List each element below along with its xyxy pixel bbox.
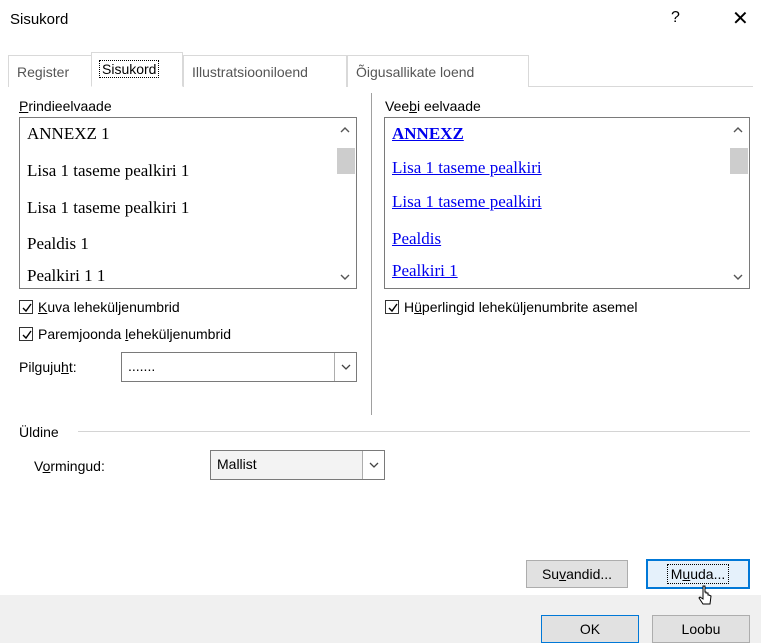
scroll-down-icon[interactable]	[727, 272, 749, 284]
checkbox-checked-icon	[19, 327, 33, 341]
title-bar: Sisukord ? ✕	[0, 0, 761, 40]
general-separator	[78, 431, 750, 432]
web-preview-link[interactable]: Pealkiri 1	[392, 261, 458, 281]
tab-oigusallikate-loend[interactable]: Õigusallikate loend	[347, 55, 529, 87]
web-preview-link[interactable]: Lisa 1 taseme pealkiri	[392, 192, 542, 212]
print-preview-item: Lisa 1 taseme pealkiri 1	[27, 198, 190, 217]
print-preview-item: Pealdis 1	[27, 234, 89, 253]
print-preview-item: Lisa 1 taseme pealkiri 1	[27, 161, 190, 180]
chevron-down-icon[interactable]	[362, 451, 384, 479]
checkbox-checked-icon	[385, 300, 399, 314]
web-preview-link[interactable]: Pealdis	[392, 229, 441, 249]
web-preview-label: Veebi eelvaade	[385, 98, 481, 114]
general-section-title: Üldine	[19, 424, 59, 440]
web-preview-list[interactable]: ANNEXZ Lisa 1 taseme pealkiri Lisa 1 tas…	[384, 117, 750, 289]
checkbox-checked-icon	[19, 300, 33, 314]
print-preview-label: Prindieelvaade	[19, 98, 112, 114]
show-page-numbers-checkbox[interactable]: Kuva leheküljenumbrid	[19, 299, 180, 315]
formats-label: Vormingud:	[34, 458, 105, 474]
tab-illustratsiooniloend[interactable]: Illustratsiooniloend	[183, 55, 347, 87]
web-preview-scrollbar[interactable]	[727, 118, 749, 288]
scroll-down-icon[interactable]	[334, 272, 356, 284]
formats-dropdown[interactable]: Mallist	[210, 450, 385, 480]
tab-leader-dropdown[interactable]: .......	[121, 352, 357, 382]
right-align-checkbox[interactable]: Paremjoonda leheküljenumbrid	[19, 326, 231, 342]
print-preview-item: Pealkiri 1 1	[27, 266, 106, 285]
tab-register[interactable]: Register	[8, 55, 92, 87]
ok-button[interactable]: OK	[541, 615, 639, 643]
print-preview-item: ANNEXZ 1	[27, 124, 110, 143]
mouse-pointer-icon	[698, 585, 714, 612]
web-preview-link[interactable]: ANNEXZ	[392, 124, 464, 144]
scroll-up-icon[interactable]	[334, 124, 356, 136]
scroll-thumb[interactable]	[730, 148, 748, 174]
web-preview-link[interactable]: Lisa 1 taseme pealkiri	[392, 158, 542, 178]
hyperlinks-checkbox[interactable]: Hüperlingid leheküljenumbrite asemel	[385, 299, 638, 315]
tab-leader-label: Pilgujuht:	[19, 359, 77, 375]
print-preview-list[interactable]: ANNEXZ 1 Lisa 1 taseme pealkiri 1 Lisa 1…	[19, 117, 357, 289]
cancel-button[interactable]: Loobu	[652, 615, 750, 643]
options-button[interactable]: Suvandid...	[526, 560, 628, 588]
help-button[interactable]: ?	[671, 9, 680, 27]
column-separator	[371, 93, 372, 415]
scroll-thumb[interactable]	[337, 148, 355, 174]
tab-sisukord[interactable]: Sisukord	[91, 52, 183, 87]
close-button[interactable]: ✕	[732, 6, 749, 31]
print-preview-scrollbar[interactable]	[334, 118, 356, 288]
chevron-down-icon[interactable]	[334, 353, 356, 381]
scroll-up-icon[interactable]	[727, 124, 749, 136]
window-title: Sisukord	[10, 11, 69, 28]
